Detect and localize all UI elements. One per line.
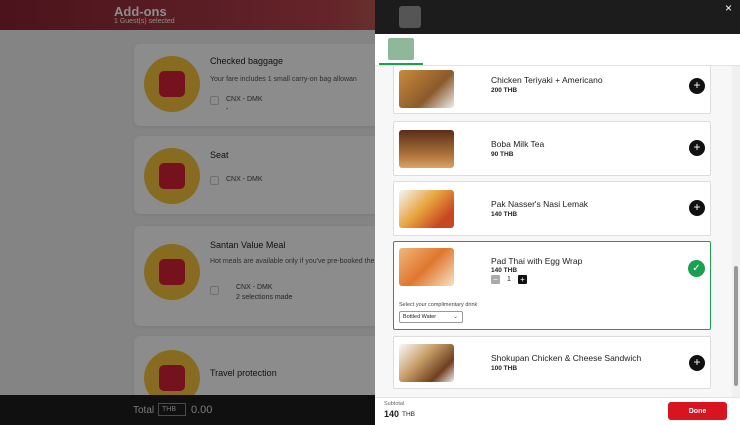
meal-image: [399, 190, 454, 228]
scrollbar[interactable]: [732, 66, 740, 397]
meal-price: 90 THB: [491, 151, 514, 158]
drink-label: Select your complimentary drink: [399, 302, 478, 308]
passenger-tabs: [375, 34, 740, 66]
meal-item[interactable]: Shokupan Chicken & Cheese Sandwich 100 T…: [393, 336, 711, 389]
subtotal-label: Subtotal: [384, 401, 405, 407]
meal-name: Pak Nasser's Nasi Lemak: [491, 199, 589, 209]
meal-name: Shokupan Chicken & Cheese Sandwich: [491, 353, 642, 363]
chevron-down-icon: ⌄: [452, 314, 458, 320]
quantity-stepper: − 1 +: [491, 275, 527, 284]
meal-image: [399, 344, 454, 382]
increase-button[interactable]: +: [518, 275, 527, 284]
add-meal-button[interactable]: +: [689, 78, 705, 94]
meal-name: Pad Thai with Egg Wrap: [491, 256, 583, 266]
subtotal-amount: 140: [384, 409, 400, 419]
subtotal-currency: THB: [402, 411, 415, 418]
meal-name: Boba Milk Tea: [491, 139, 545, 149]
meal-item[interactable]: Chicken Teriyaki + Americano 200 THB +: [393, 66, 711, 114]
add-meal-button[interactable]: +: [689, 200, 705, 216]
avatar: [388, 37, 414, 60]
meal-price: 100 THB: [491, 365, 518, 372]
drawer-footer: Subtotal 140 THB Done: [375, 397, 740, 425]
close-icon[interactable]: ×: [725, 1, 732, 15]
meal-image: [399, 130, 454, 168]
quantity-value: 1: [507, 276, 511, 283]
meal-list[interactable]: Chicken Teriyaki + Americano 200 THB + B…: [375, 66, 732, 397]
flight-icon: [399, 6, 421, 28]
drink-select[interactable]: Bottled Water ⌄: [399, 311, 463, 323]
meal-item[interactable]: Pak Nasser's Nasi Lemak 140 THB +: [393, 181, 711, 236]
done-button[interactable]: Done: [668, 402, 727, 420]
scrollbar-thumb[interactable]: [734, 266, 738, 386]
selected-check-icon[interactable]: ✓: [688, 260, 705, 277]
meal-drawer: × Chicken Teriyaki + Americano 200 THB +…: [375, 0, 740, 425]
meal-image: [399, 70, 454, 108]
meal-price: 140 THB: [491, 211, 518, 218]
drawer-header: ×: [375, 0, 740, 34]
meal-item-selected[interactable]: Pad Thai with Egg Wrap 140 THB − 1 + ✓ S…: [393, 241, 711, 330]
add-meal-button[interactable]: +: [689, 355, 705, 371]
meal-image: [399, 248, 454, 286]
decrease-button[interactable]: −: [491, 275, 500, 284]
meal-price: 140 THB: [491, 267, 518, 274]
add-meal-button[interactable]: +: [689, 140, 705, 156]
modal-backdrop[interactable]: [0, 0, 375, 425]
meal-item[interactable]: Boba Milk Tea 90 THB +: [393, 121, 711, 176]
drink-select-value: Bottled Water: [403, 314, 437, 320]
tab-passenger[interactable]: [379, 34, 423, 65]
meal-price: 200 THB: [491, 87, 518, 94]
meal-name: Chicken Teriyaki + Americano: [491, 75, 603, 85]
